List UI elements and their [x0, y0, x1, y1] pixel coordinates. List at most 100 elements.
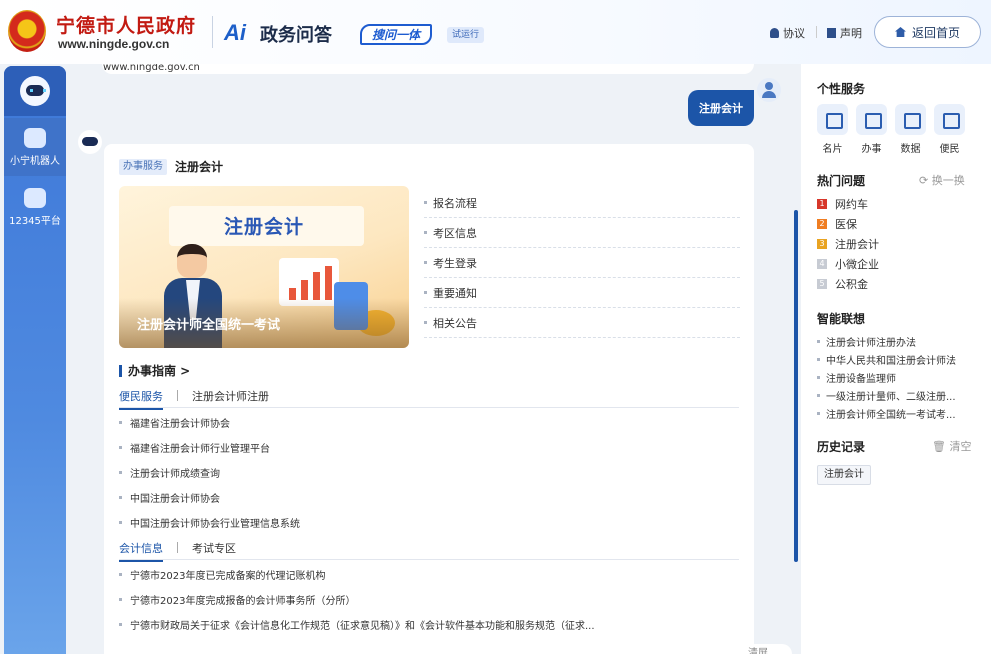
hot-question-label: 小微企业 — [835, 258, 879, 271]
nav-item-12345[interactable]: 12345平台 — [4, 178, 66, 236]
hot-question[interactable]: 2 医保 — [817, 214, 879, 234]
user-message-bubble: 注册会计 — [688, 90, 754, 126]
site-header: 宁德市人民政府 www.ningde.gov.cn Ai 政务问答 搜问一体 试… — [0, 0, 991, 64]
rank-badge: 3 — [817, 239, 827, 249]
statement-link[interactable]: 声明 — [827, 25, 862, 41]
header-divider — [212, 16, 213, 48]
suggestion-item[interactable]: 注册设备监理师 — [817, 368, 977, 386]
hot-questions-title: 热门问题 — [817, 174, 866, 188]
bullet — [817, 411, 820, 415]
list-item[interactable]: 福建省注册会计师行业管理平台 — [119, 435, 739, 460]
clear-screen-button[interactable]: 清屏 — [728, 644, 792, 654]
guide-title[interactable]: 办事指南 > — [119, 362, 190, 379]
right-sidebar: 个性服务 名片 办事 数据 便民 热门问题 ⟳ 换一换 1 网约车 2 医保 3 注册… — [801, 64, 991, 654]
nav-item-label: 12345平台 — [9, 215, 61, 227]
bullet — [817, 375, 820, 379]
refresh-button[interactable]: ⟳ 换一换 — [919, 172, 965, 188]
guide-tabs: 便民服务 注册会计师注册 — [119, 388, 739, 410]
quick-link-label: 考生登录 — [433, 256, 477, 270]
site-url: www.ningde.gov.cn — [58, 37, 170, 51]
chart-bar — [325, 266, 332, 300]
bullet — [424, 321, 427, 324]
agreement-link[interactable]: 协议 — [770, 25, 805, 41]
hot-question[interactable]: 3 注册会计 — [817, 234, 879, 254]
quick-link[interactable]: 重要通知 — [424, 278, 740, 308]
bullet — [817, 357, 820, 361]
smart-suggestions-list: 注册会计师注册办法 中华人民共和国注册会计师法 注册设备监理师 一级注册计量师、… — [817, 332, 977, 422]
quick-link-label: 重要通知 — [433, 286, 477, 300]
clear-label: 清空 — [949, 440, 972, 453]
bullet — [119, 623, 122, 626]
service-label: 名片 — [822, 144, 843, 155]
bullet — [119, 521, 122, 524]
ai-logo-icon: Ai — [224, 20, 246, 45]
hot-question-label: 公积金 — [835, 278, 868, 291]
answer-title: 注册会计 — [175, 160, 224, 174]
service-affairs-button[interactable]: 办事 — [856, 104, 887, 155]
bullet — [817, 393, 820, 397]
suggestion-item[interactable]: 注册会计师全国统一考试考... — [817, 404, 977, 422]
list-item[interactable]: 宁德市2023年度已完成备案的代理记账机构 — [119, 562, 739, 587]
suggestion-item[interactable]: 中华人民共和国注册会计师法 — [817, 350, 977, 368]
quick-link[interactable]: 报名流程 — [424, 188, 740, 218]
service-label: 便民 — [939, 144, 960, 155]
list-item[interactable]: 中国注册会计师协会 — [119, 485, 739, 510]
smart-suggestions-title: 智能联想 — [817, 312, 866, 326]
suggestion-item[interactable]: 一级注册计量师、二级注册... — [817, 386, 977, 404]
list-item[interactable]: 福建省注册会计师协会 — [119, 410, 739, 435]
tab-accounting-info[interactable]: 会计信息 — [119, 540, 163, 562]
service-card-button[interactable]: 名片 — [817, 104, 848, 155]
tab-separator — [177, 542, 178, 553]
quick-link[interactable]: 考生登录 — [424, 248, 740, 278]
nav-item-robot[interactable]: 小宁机器人 — [4, 118, 66, 176]
list-item[interactable]: 中国注册会计师协会行业管理信息系统 — [119, 510, 739, 535]
rank-badge: 2 — [817, 219, 827, 229]
list-item-label: 中国注册会计师协会行业管理信息系统 — [130, 519, 300, 530]
bullet — [119, 446, 122, 449]
bullet — [817, 339, 820, 343]
list-item-label: 宁德市2023年度已完成备案的代理记账机构 — [130, 571, 326, 582]
quick-link[interactable]: 相关公告 — [424, 308, 740, 338]
statement-label: 声明 — [840, 27, 862, 40]
hot-question[interactable]: 1 网约车 — [817, 194, 879, 214]
quick-link-label: 相关公告 — [433, 316, 477, 330]
bullet — [424, 231, 427, 234]
list-item-label: 中国注册会计师协会 — [130, 494, 220, 505]
list-item[interactable]: 宁德市财政局关于征求《会计信息化工作规范（征求意见稿）》和《会计软件基本功能和服… — [119, 612, 739, 637]
data-icon — [895, 104, 926, 135]
suggestion-label: 注册设备监理师 — [826, 373, 896, 385]
topic-banner[interactable]: 注册会计 注册会计师全国统一考试 — [119, 186, 409, 348]
hot-question[interactable]: 4 小微企业 — [817, 254, 879, 274]
bullet — [119, 598, 122, 601]
rank-badge: 4 — [817, 259, 827, 269]
bullet — [424, 261, 427, 264]
site-name[interactable]: 宁德市人民政府 — [56, 11, 196, 38]
list-item[interactable]: 注册会计师成绩查询 — [119, 460, 739, 485]
tab-cpa-registration[interactable]: 注册会计师注册 — [192, 388, 269, 408]
suggestion-item[interactable]: 注册会计师注册办法 — [817, 332, 977, 350]
section-marker — [119, 364, 122, 377]
document-icon — [827, 28, 836, 38]
bullet — [424, 291, 427, 294]
list-item[interactable]: 宁德市2023年度完成报备的会计师事务所（分所） — [119, 587, 739, 612]
quick-link[interactable]: 考区信息 — [424, 218, 740, 248]
history-chip[interactable]: 注册会计 — [817, 465, 871, 485]
bullet — [119, 471, 122, 474]
nav-item-label: 小宁机器人 — [10, 155, 60, 167]
national-emblem-logo — [8, 10, 46, 52]
home-button[interactable]: 返回首页 — [874, 16, 981, 48]
bullet — [119, 573, 122, 576]
clear-history-button[interactable]: 🗑 清空 — [932, 438, 971, 454]
chart-bar — [301, 280, 308, 300]
chart-bar — [313, 272, 320, 300]
hot-question[interactable]: 5 公积金 — [817, 274, 879, 294]
hot-question-label: 医保 — [835, 218, 857, 231]
tab-exam-zone[interactable]: 考试专区 — [192, 540, 236, 560]
scrollbar[interactable] — [794, 210, 798, 562]
bullet — [119, 421, 122, 424]
service-data-button[interactable]: 数据 — [895, 104, 926, 155]
hot-questions-list: 1 网约车 2 医保 3 注册会计 4 小微企业 5 公积金 — [817, 194, 879, 294]
service-convenience-button[interactable]: 便民 — [934, 104, 965, 155]
rank-badge: 5 — [817, 279, 827, 289]
tab-convenience[interactable]: 便民服务 — [119, 388, 163, 410]
